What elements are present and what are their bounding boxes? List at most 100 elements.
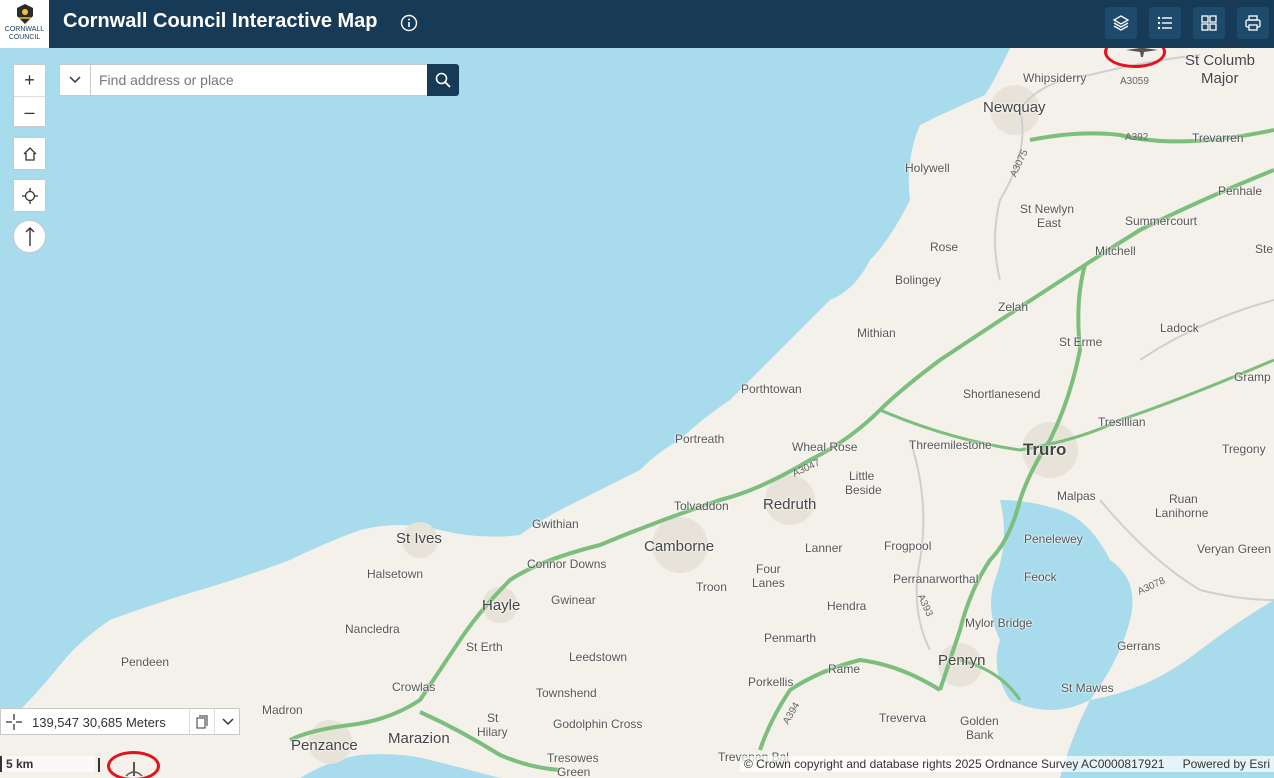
place-label: St Columb (1185, 52, 1256, 69)
place-label: Lanner (805, 541, 843, 555)
airport-icon (1126, 48, 1158, 57)
place-label: Beside (845, 483, 882, 497)
attribution-bar: © Crown copyright and database rights 20… (740, 756, 1274, 772)
council-logo[interactable]: CORNWALL COUNCIL (0, 0, 49, 48)
place-label: Marazion (388, 730, 450, 747)
place-label: Leedstown (569, 650, 628, 664)
place-label: Redruth (763, 496, 817, 513)
zoom-out-button[interactable]: – (14, 96, 45, 128)
place-label: Treverva (879, 711, 926, 725)
search-button[interactable] (427, 64, 459, 96)
place-label: Holywell (905, 161, 950, 175)
place-label: St Newlyn (1020, 202, 1075, 216)
place-label: Ste (1255, 242, 1274, 256)
place-label: Mylor Bridge (965, 616, 1033, 630)
layers-icon (1112, 15, 1130, 31)
map-view[interactable]: St Columb Major Whipsiderry Newquay Trev… (0, 48, 1274, 778)
home-icon (23, 147, 37, 161)
locate-icon (22, 188, 38, 204)
place-label: Summercourt (1125, 214, 1198, 228)
info-icon[interactable] (400, 14, 418, 32)
coordinate-system-dropdown[interactable] (214, 709, 240, 734)
home-button[interactable] (13, 137, 46, 170)
search-input[interactable] (90, 64, 428, 96)
place-label: Major (1201, 70, 1239, 87)
place-label: Mithian (857, 326, 896, 340)
place-label: Lanes (752, 576, 785, 590)
basemap-gallery-button[interactable] (1193, 7, 1225, 39)
coordinate-widget: 139,547 30,685 Meters (0, 708, 240, 735)
place-label: Four (756, 562, 781, 576)
copy-icon (196, 715, 208, 729)
place-label: Newquay (983, 99, 1046, 116)
place-label: Frogpool (884, 539, 932, 553)
place-label: Mitchell (1095, 244, 1136, 258)
place-label: East (1037, 216, 1062, 230)
attribution-text: © Crown copyright and database rights 20… (744, 757, 1165, 771)
place-label: St Erme (1059, 335, 1103, 349)
chevron-down-icon (222, 718, 234, 726)
compass-button[interactable] (13, 220, 46, 253)
place-label: Tresillian (1098, 415, 1146, 429)
scale-bar-tick (98, 758, 100, 772)
list-icon (1157, 16, 1172, 30)
scale-bar: 5 km (0, 756, 95, 772)
search-source-dropdown[interactable] (59, 64, 91, 96)
place-label: Porthtowan (741, 382, 802, 396)
locate-button[interactable] (13, 179, 46, 212)
logo-text-line1: CORNWALL (4, 26, 45, 33)
place-label: Golden (960, 714, 999, 728)
place-label: Green (557, 765, 591, 778)
print-button[interactable] (1237, 7, 1269, 39)
legend-button[interactable] (1149, 7, 1181, 39)
place-label: Whipsiderry (1023, 71, 1087, 85)
place-label: Hilary (477, 725, 508, 739)
place-label: Penzance (291, 737, 358, 754)
page-title: Cornwall Council Interactive Map (63, 10, 378, 32)
road-label: A392 (1125, 132, 1149, 143)
place-label: Crowlas (392, 680, 436, 694)
north-arrow-icon (25, 227, 35, 246)
place-label: Penhale (1218, 184, 1263, 198)
place-label: Lanihorne (1155, 506, 1209, 520)
place-label: Troon (696, 580, 727, 594)
zoom-control: + – (13, 64, 46, 127)
place-label: Rame (828, 662, 861, 676)
place-label: Porkellis (748, 675, 794, 689)
place-label: Ruan (1169, 492, 1198, 506)
place-label: Gramp (1234, 370, 1271, 384)
place-label: Halsetown (367, 567, 424, 581)
place-label: Bolingey (895, 273, 942, 287)
road-label: A3059 (1120, 76, 1149, 87)
place-label: Nancledra (345, 622, 400, 636)
crosshair-icon[interactable] (6, 714, 22, 730)
crest-icon (16, 4, 33, 24)
copy-coordinates-button[interactable] (189, 709, 214, 734)
basemap-graphic (0, 48, 1274, 778)
place-label: Malpas (1057, 489, 1096, 503)
zoom-in-button[interactable]: + (14, 65, 45, 96)
search-widget (59, 64, 459, 96)
place-label: Hayle (482, 597, 521, 614)
place-label: Threemilestone (909, 438, 992, 452)
place-label: Penmarth (764, 631, 817, 645)
place-label: Camborne (644, 538, 715, 555)
place-label: Wheal Rose (792, 440, 858, 454)
powered-by-link[interactable]: Powered by Esri (1183, 756, 1270, 772)
place-label: St Mawes (1061, 681, 1114, 695)
place-label: Portreath (675, 432, 725, 446)
place-label: Pendeen (121, 655, 170, 669)
place-label: Gwinear (551, 593, 596, 607)
layers-button[interactable] (1105, 7, 1137, 39)
place-label: St Erth (466, 640, 503, 654)
place-label: Penryn (938, 652, 986, 669)
place-label: St Ives (396, 530, 442, 547)
app-header: CORNWALL COUNCIL Cornwall Council Intera… (0, 0, 1274, 48)
place-label: Feock (1024, 570, 1057, 584)
place-label: St (487, 711, 499, 725)
place-label: Shortlanesend (963, 387, 1041, 401)
place-label: Zelah (998, 300, 1029, 314)
place-label: Penelewey (1024, 532, 1083, 546)
print-icon (1245, 15, 1261, 31)
place-label: Connor Downs (527, 557, 607, 571)
